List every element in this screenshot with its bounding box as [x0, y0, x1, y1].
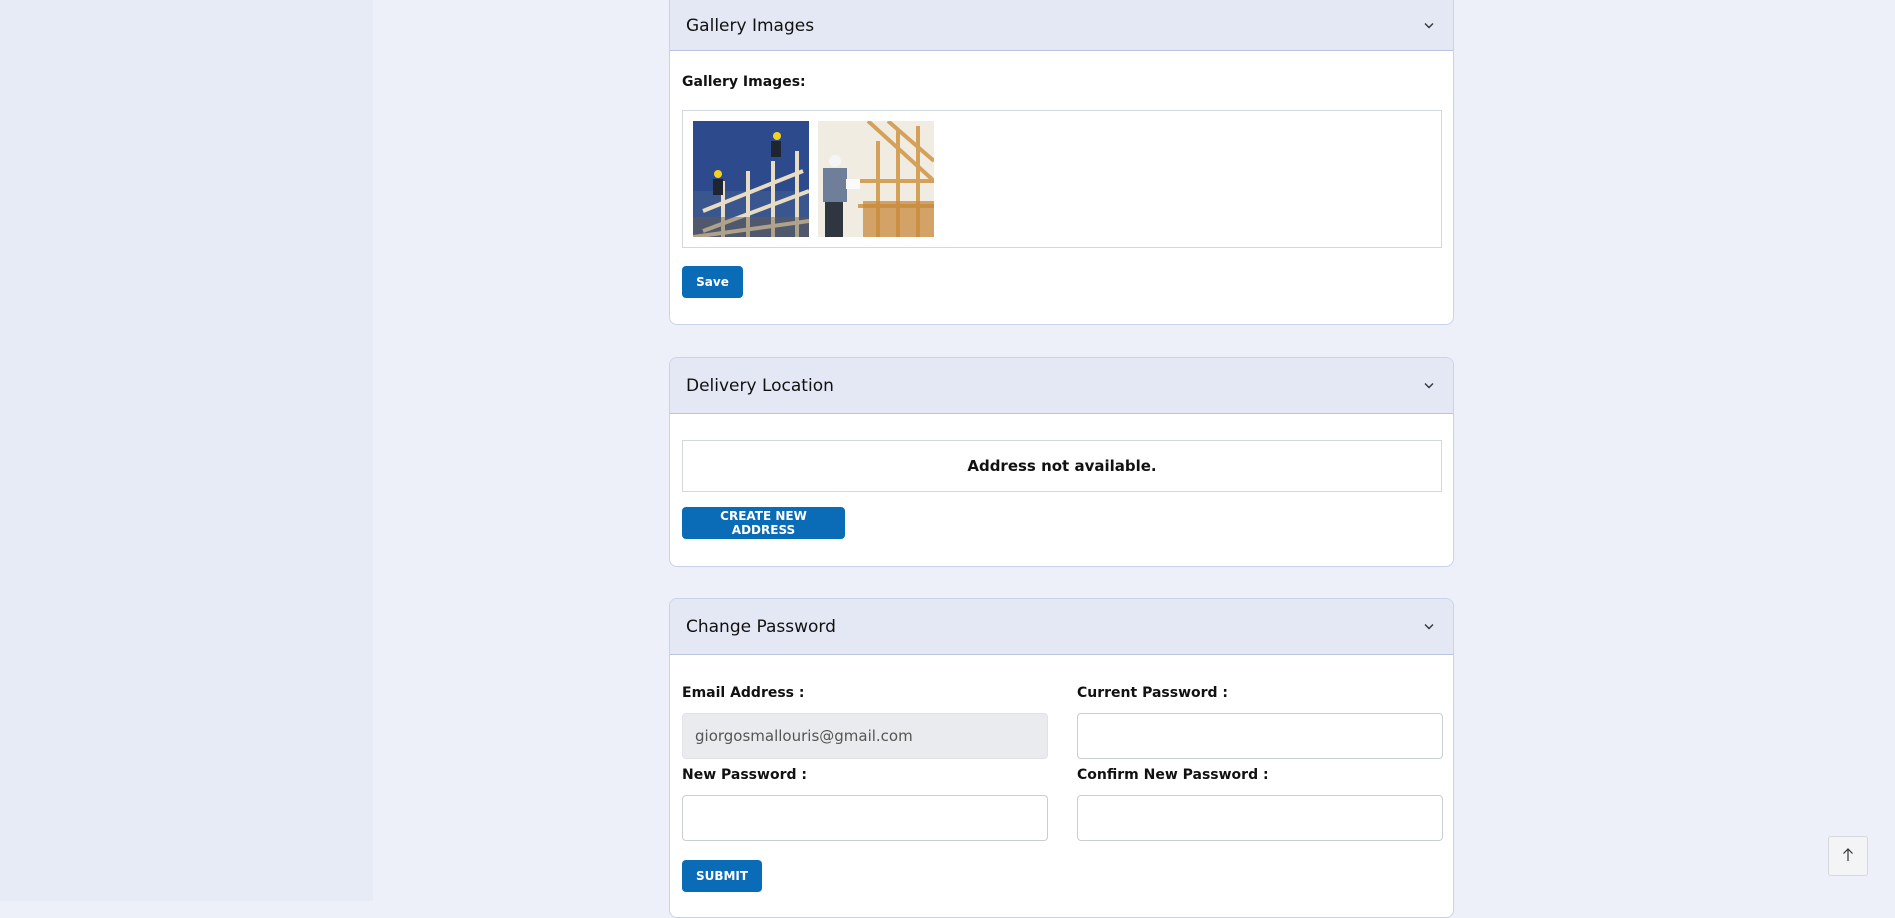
current-password-label: Current Password : — [1077, 685, 1229, 701]
gallery-images-header[interactable]: Gallery Images — [670, 0, 1453, 51]
gallery-image-container — [682, 110, 1442, 248]
change-password-panel: Change Password Email Address : giorgosm… — [669, 598, 1454, 918]
change-password-header[interactable]: Change Password — [670, 599, 1453, 655]
scroll-to-top-button[interactable] — [1828, 836, 1868, 876]
email-value: giorgosmallouris@gmail.com — [695, 727, 913, 745]
chevron-down-icon[interactable] — [1421, 18, 1437, 34]
save-button[interactable]: Save — [682, 266, 743, 298]
current-password-field[interactable] — [1077, 713, 1443, 759]
gallery-image-1[interactable] — [693, 121, 809, 237]
submit-button[interactable]: SUBMIT — [682, 860, 762, 892]
gallery-image-2[interactable] — [818, 121, 934, 237]
gallery-images-panel: Gallery Images Gallery Images: Save — [669, 0, 1454, 325]
chevron-down-icon[interactable] — [1421, 378, 1437, 394]
new-password-field[interactable] — [682, 795, 1048, 841]
create-new-address-button[interactable]: CREATE NEW ADDRESS — [682, 507, 845, 539]
chevron-down-icon[interactable] — [1421, 619, 1437, 635]
confirm-new-password-label: Confirm New Password : — [1077, 767, 1269, 783]
left-background-strip — [0, 0, 373, 901]
email-address-label: Email Address : — [682, 685, 805, 701]
delivery-location-panel: Delivery Location Address not available.… — [669, 357, 1454, 567]
new-password-label: New Password : — [682, 767, 807, 783]
delivery-location-header[interactable]: Delivery Location — [670, 358, 1453, 414]
gallery-images-title: Gallery Images — [686, 15, 815, 36]
email-field[interactable]: giorgosmallouris@gmail.com — [682, 713, 1048, 759]
address-empty-message: Address not available. — [682, 440, 1442, 492]
confirm-new-password-field[interactable] — [1077, 795, 1443, 841]
gallery-images-label: Gallery Images: — [682, 74, 806, 90]
arrow-up-icon — [1842, 847, 1854, 866]
delivery-location-title: Delivery Location — [686, 375, 834, 396]
change-password-title: Change Password — [686, 616, 836, 637]
